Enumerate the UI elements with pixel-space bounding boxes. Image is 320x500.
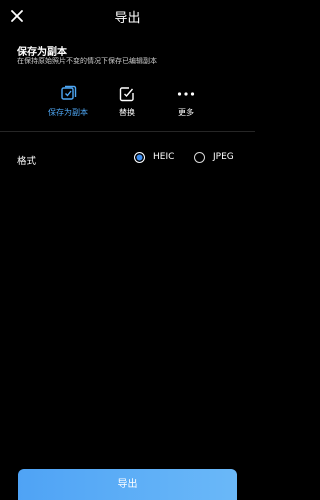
radio-checked-icon (134, 152, 145, 163)
save-copy-icon (61, 85, 77, 100)
format-label: 格式 (17, 156, 37, 167)
option-save-copy[interactable]: 保存为副本 (38, 85, 98, 121)
section-subtitle: 在保持原始照片不变的情况下保存已编辑副本 (17, 57, 157, 65)
header-bar: 导出 (0, 0, 255, 30)
radio-label-heic: HEIC (153, 152, 175, 162)
export-button[interactable]: 导出 (18, 469, 237, 500)
radio-label-jpeg: JPEG (213, 152, 234, 162)
option-label: 替换 (119, 108, 135, 117)
option-label: 更多 (178, 108, 194, 117)
radio-unchecked-icon (194, 152, 205, 163)
more-icon (177, 92, 195, 96)
option-replace[interactable]: 替换 (97, 85, 157, 121)
option-more[interactable]: 更多 (156, 85, 216, 121)
page-title: 导出 (114, 11, 141, 26)
divider (0, 131, 255, 132)
option-label: 保存为副本 (48, 108, 88, 117)
replace-icon (119, 87, 134, 102)
